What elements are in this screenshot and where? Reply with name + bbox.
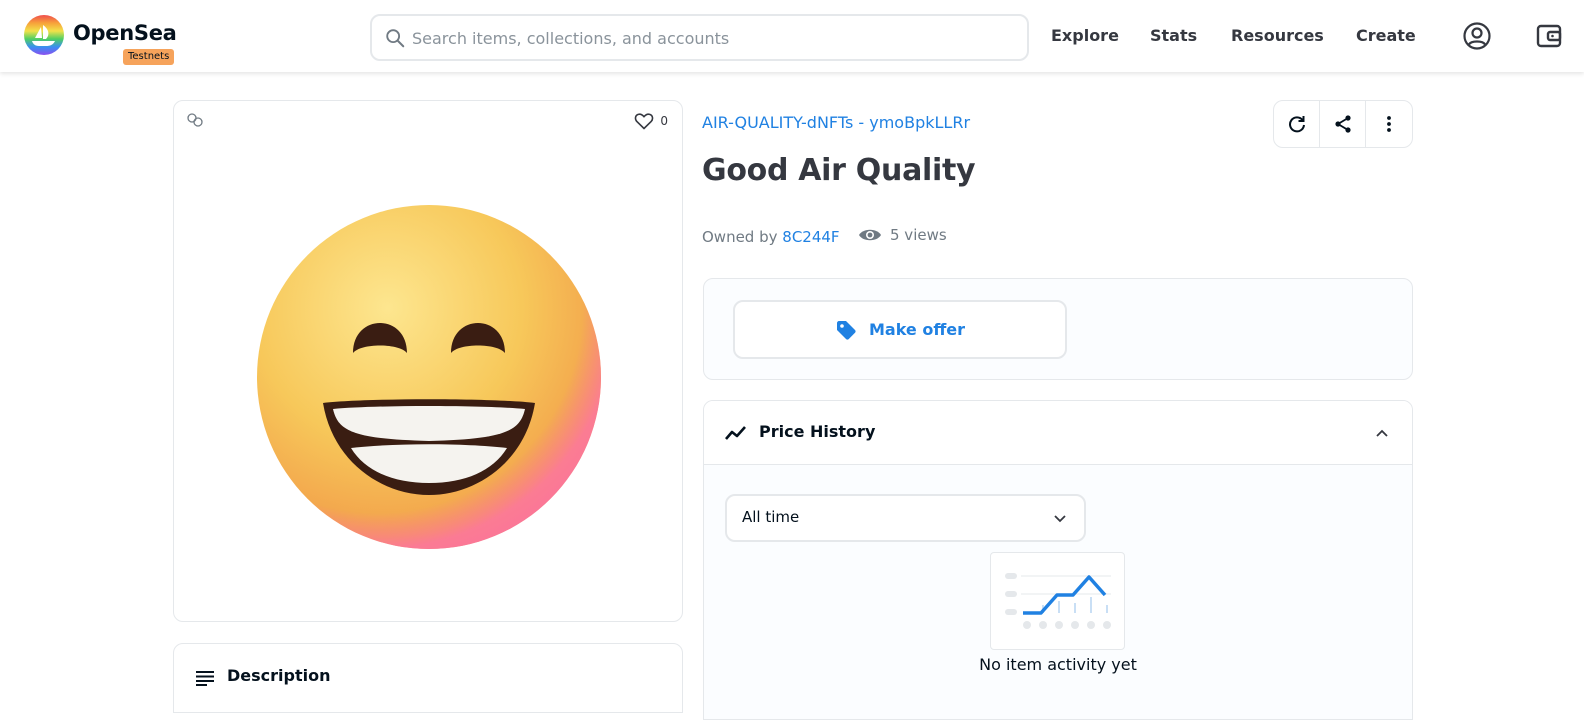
time-range-select[interactable]: All time <box>725 494 1086 542</box>
chevron-down-icon <box>1054 515 1066 523</box>
nft-image-card: 0 <box>173 100 683 622</box>
price-history-toggle[interactable]: Price History <box>704 401 1412 465</box>
item-actions-group <box>1273 100 1413 148</box>
owned-by-label: Owned by <box>702 228 778 246</box>
owner-info: Owned by 8C244F <box>702 228 840 246</box>
ethereum-chain-icon <box>187 113 203 127</box>
refresh-icon <box>1288 116 1305 133</box>
brand-name[interactable]: OpenSea <box>73 21 177 45</box>
nav-create[interactable]: Create <box>1356 26 1416 45</box>
eye-icon <box>859 229 881 241</box>
empty-chart-icon <box>1005 573 1111 629</box>
more-vertical-icon <box>1387 116 1391 132</box>
favorites-count: 0 <box>660 114 668 128</box>
grinning-face-emoji-image <box>257 205 601 549</box>
price-tag-icon <box>836 320 856 340</box>
price-history-panel: Price History All time No item activity … <box>703 400 1413 720</box>
trending-line-icon <box>725 426 746 440</box>
nav-stats[interactable]: Stats <box>1150 26 1197 45</box>
chevron-up-icon <box>1376 429 1388 437</box>
testnets-badge: Testnets <box>123 49 175 65</box>
share-icon <box>1334 115 1351 133</box>
make-offer-button[interactable]: Make offer <box>733 300 1067 359</box>
wallet-icon[interactable] <box>1533 20 1565 52</box>
share-button[interactable] <box>1320 101 1366 147</box>
description-label: Description <box>227 666 331 685</box>
search-icon <box>386 29 405 48</box>
collection-link[interactable]: AIR-QUALITY-dNFTs - ymoBpkLLRr <box>702 113 970 132</box>
empty-chart-illustration <box>990 552 1125 650</box>
views-count: 5 views <box>858 226 947 244</box>
account-icon[interactable] <box>1461 20 1493 52</box>
search-bar[interactable] <box>370 14 1029 61</box>
views-label: 5 views <box>890 226 947 244</box>
nav-resources[interactable]: Resources <box>1231 26 1324 45</box>
item-title: Good Air Quality <box>702 153 976 188</box>
owner-link[interactable]: 8C244F <box>782 228 839 246</box>
description-lines-icon <box>196 671 214 686</box>
time-range-value: All time <box>742 508 800 526</box>
search-input[interactable] <box>412 24 1012 52</box>
nav-explore[interactable]: Explore <box>1051 26 1119 45</box>
top-header: OpenSea Testnets Explore Stats Resources… <box>0 0 1584 72</box>
make-offer-label: Make offer <box>868 320 966 339</box>
opensea-logo-icon[interactable] <box>24 15 64 55</box>
heart-icon <box>635 113 654 130</box>
offer-panel: Make offer <box>703 278 1413 380</box>
more-options-button[interactable] <box>1366 101 1412 147</box>
favorite-button[interactable]: 0 <box>634 112 668 130</box>
description-section[interactable]: Description <box>173 643 683 713</box>
no-activity-text: No item activity yet <box>979 655 1137 674</box>
price-history-label: Price History <box>759 422 876 441</box>
refresh-button[interactable] <box>1274 101 1320 147</box>
